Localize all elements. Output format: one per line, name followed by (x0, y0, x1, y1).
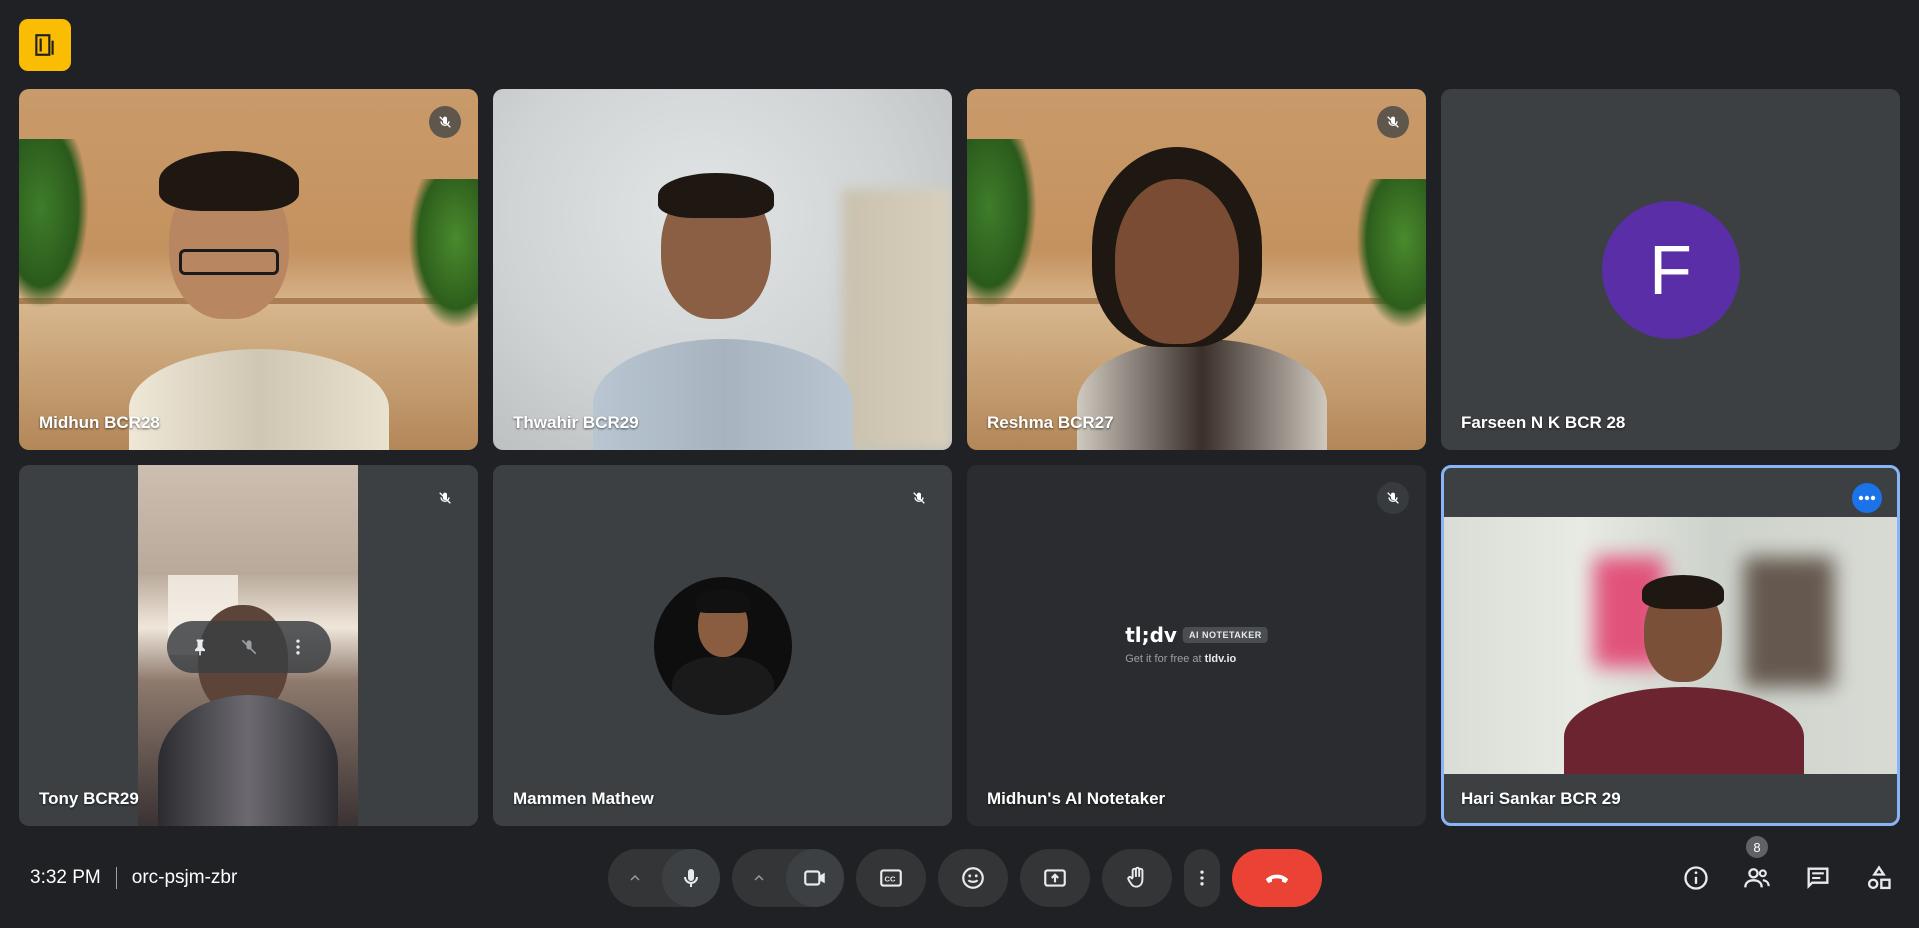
mic-off-icon (1377, 106, 1409, 138)
more-options-icon[interactable] (280, 629, 316, 665)
background-plant (19, 139, 89, 309)
mic-icon (684, 869, 698, 887)
camera-control-group (732, 849, 844, 907)
participant-name: Midhun BCR28 (39, 413, 160, 432)
meeting-info: 3:32 PM orc-psjm-zbr (30, 864, 237, 892)
participant-tile[interactable]: Midhun BCR28 (19, 89, 478, 450)
participant-tile[interactable]: Tony BCR29 (19, 465, 478, 826)
present-button[interactable] (1020, 849, 1090, 907)
participant-tile[interactable]: Mammen Mathew (493, 465, 952, 826)
meeting-details-button[interactable] (1676, 858, 1716, 898)
participant-tile[interactable]: Thwahir BCR29 (493, 89, 952, 450)
leave-call-button[interactable] (1232, 849, 1322, 907)
participant-tile-active[interactable]: Hari Sankar BCR 29 (1441, 465, 1900, 826)
audio-options-button[interactable] (608, 870, 662, 886)
people-icon (1744, 868, 1770, 888)
mic-control-group (608, 849, 720, 907)
emoji-icon (962, 867, 984, 889)
background-door (842, 189, 952, 450)
participant-video (129, 349, 389, 450)
participant-name: Tony BCR29 (39, 789, 139, 808)
camera-button[interactable] (786, 849, 844, 907)
more-vert-icon (1200, 870, 1204, 886)
participant-name: Midhun's AI Notetaker (987, 789, 1166, 808)
notetaker-sub-text: Get it for free at (1125, 653, 1202, 665)
activities-button[interactable] (1859, 858, 1899, 898)
chat-button[interactable] (1798, 858, 1838, 898)
call-end-icon (1265, 874, 1289, 883)
background-plant (408, 179, 478, 329)
notetaker-card: tl;dv AI NOTETAKER Get it for free at tl… (1125, 623, 1268, 665)
participant-name: Hari Sankar BCR 29 (1461, 789, 1621, 808)
participant-name: Mammen Mathew (513, 789, 654, 808)
door-exit-icon (35, 34, 54, 56)
svg-text:CC: CC (885, 874, 896, 883)
emoji-button[interactable] (938, 849, 1008, 907)
participant-tile[interactable]: F Farseen N K BCR 28 (1441, 89, 1900, 450)
people-count-badge: 8 (1746, 836, 1768, 858)
tldv-logo: tl;dv (1125, 623, 1177, 647)
chevron-up-icon (630, 875, 640, 881)
info-icon (1684, 866, 1708, 890)
meeting-logo-badge[interactable] (19, 19, 71, 71)
mute-participant-icon[interactable] (231, 629, 267, 665)
background-plant (1356, 179, 1426, 329)
raise-hand-button[interactable] (1102, 849, 1172, 907)
participant-name: Reshma BCR27 (987, 413, 1114, 432)
chevron-up-icon (754, 875, 764, 881)
chat-icon (1807, 867, 1829, 889)
activities-icon (1867, 865, 1891, 890)
side-panel-controls: 8 (1676, 836, 1899, 898)
participant-video (593, 339, 853, 450)
participant-name: Thwahir BCR29 (513, 413, 639, 432)
call-controls: CC (608, 849, 1322, 907)
mic-button[interactable] (662, 849, 720, 907)
closed-captions-icon: CC (880, 869, 902, 887)
pin-icon[interactable] (182, 629, 218, 665)
background-plant (967, 139, 1037, 309)
divider (115, 867, 117, 889)
video-options-button[interactable] (732, 870, 786, 886)
mic-off-icon (1377, 482, 1409, 514)
participant-video (1077, 339, 1327, 450)
meeting-time: 3:32 PM (30, 867, 101, 888)
participant-tile[interactable]: tl;dv AI NOTETAKER Get it for free at tl… (967, 465, 1426, 826)
notetaker-tag: AI NOTETAKER (1182, 627, 1268, 643)
videocam-icon (804, 870, 825, 886)
notetaker-link: tldv.io (1204, 653, 1237, 665)
people-button[interactable]: 8 (1737, 836, 1777, 898)
mic-off-icon (903, 482, 935, 514)
raise-hand-icon (1127, 866, 1144, 888)
tile-hover-controls (167, 621, 331, 673)
captions-button[interactable]: CC (856, 849, 926, 907)
participant-tile[interactable]: Reshma BCR27 (967, 89, 1426, 450)
avatar (653, 577, 792, 715)
present-screen-icon (1044, 869, 1066, 887)
participant-grid: Midhun BCR28 Thwahir BCR29 Reshma BCR27 … (19, 89, 1901, 827)
mic-off-icon (429, 482, 461, 514)
meeting-code[interactable]: orc-psjm-zbr (132, 867, 238, 889)
participant-video (1444, 517, 1897, 774)
participant-name: Farseen N K BCR 28 (1461, 413, 1626, 432)
avatar: F (1601, 201, 1740, 339)
mic-off-icon (429, 106, 461, 138)
speaking-indicator-icon[interactable] (1852, 483, 1882, 513)
more-options-button[interactable] (1184, 849, 1220, 907)
